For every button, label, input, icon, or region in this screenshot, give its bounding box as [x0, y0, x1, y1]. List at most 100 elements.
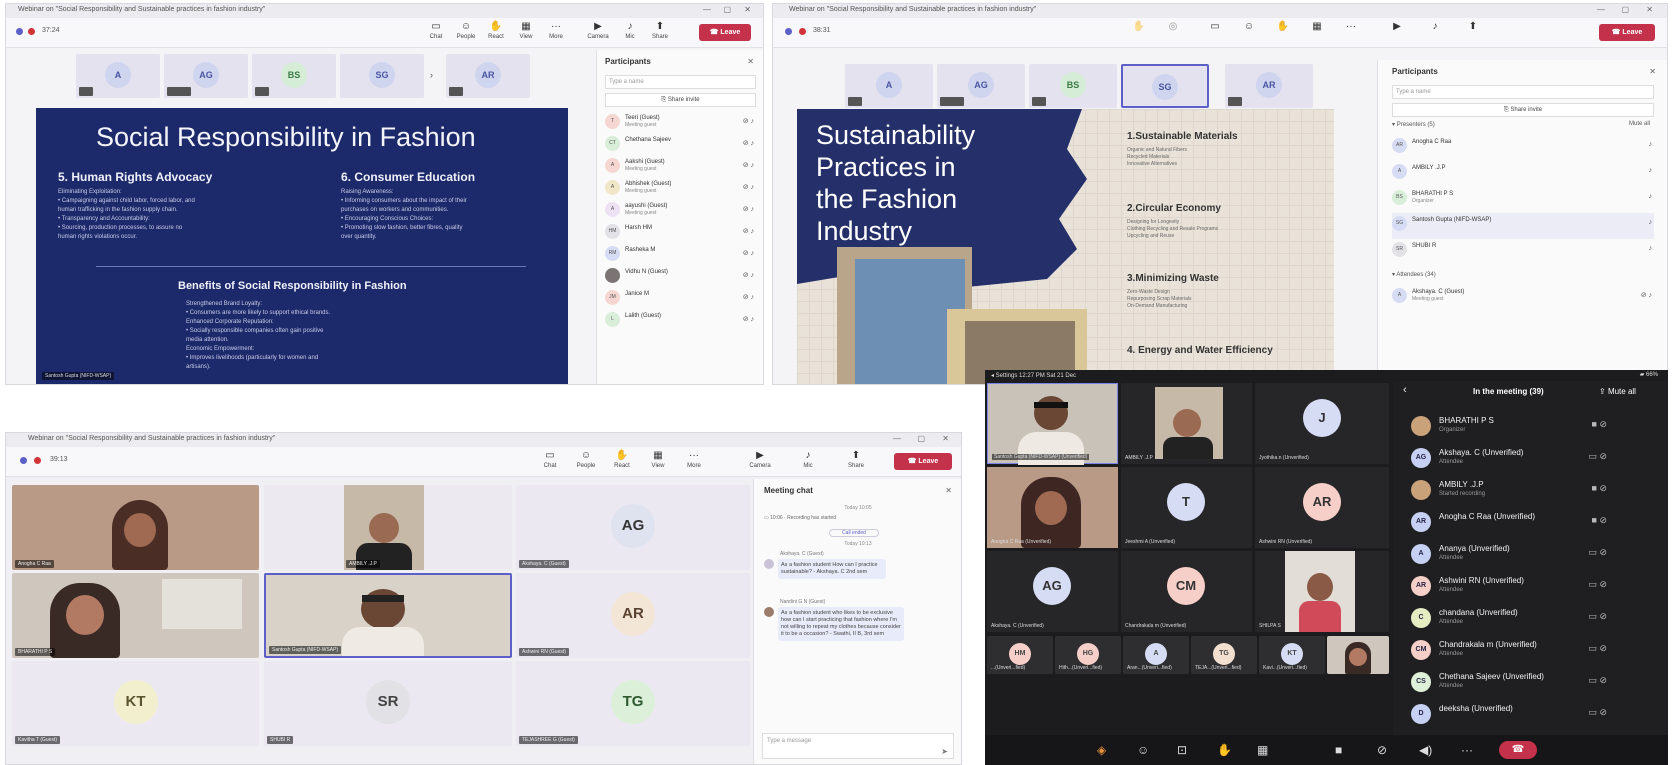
hang-up-button[interactable]: ☎: [1499, 741, 1537, 759]
camera-button[interactable]: ▶ Camera: [746, 449, 774, 475]
share-screen-icon[interactable]: ⊡: [1177, 743, 1187, 757]
list-item[interactable]: JM Janice M ⊘ ♪: [605, 287, 756, 309]
list-item[interactable]: Cchandana (Unverified) Attendee ▭ ⊘: [1399, 602, 1619, 633]
video-tile[interactable]: CM Chandrakala m (Unverified): [1121, 551, 1252, 632]
participant-tile[interactable]: AR: [1225, 64, 1313, 108]
leave-button[interactable]: ☎ Leave: [894, 453, 952, 470]
minimize-icon[interactable]: —: [893, 434, 901, 443]
people-button[interactable]: ☺ People: [572, 449, 600, 475]
mute-all-button[interactable]: ⇪ Mute all: [1599, 387, 1636, 396]
minimize-icon[interactable]: —: [703, 5, 711, 14]
view-icon[interactable]: ▦: [1257, 743, 1268, 757]
camera-button[interactable]: ▶ Camera: [584, 20, 612, 46]
video-tile[interactable]: AG Akshaya. C (Guest): [516, 485, 750, 570]
list-item[interactable]: AG Akshaya. C (Unverified) Attendee ▭ ⊘: [1399, 442, 1619, 473]
chat-button[interactable]: ▭ Chat: [422, 20, 450, 46]
video-tile[interactable]: SHILPA S: [1255, 551, 1389, 632]
close-icon[interactable]: ✕: [1649, 67, 1656, 76]
share-invite-button[interactable]: ⎘ Share invite: [605, 93, 756, 107]
more-button[interactable]: ··· More: [680, 449, 708, 475]
presenters-section[interactable]: ▾ Presenters (5) Mute all: [1392, 121, 1654, 135]
react-button[interactable]: ✋: [1269, 20, 1297, 46]
react-button[interactable]: ✋ React: [482, 20, 510, 46]
share-button[interactable]: ⬆: [1459, 20, 1487, 46]
video-tile[interactable]: Santosh Gupta (NIFD-WSAP) (Unverified): [987, 383, 1118, 465]
chat-message[interactable]: As a fashion student who likes to be exc…: [778, 607, 904, 641]
list-item[interactable]: A Ananya (Unverified) Attendee ▭ ⊘: [1399, 538, 1619, 569]
list-item[interactable]: AR Ashwini RN (Unverified) Attendee ▭ ⊘: [1399, 570, 1619, 601]
list-item[interactable]: CM Chandrakala m (Unverified) Attendee ▭ ⊘: [1399, 634, 1619, 665]
share-invite-button[interactable]: ⎘ Share invite: [1392, 103, 1654, 117]
list-item[interactable]: A Aakshi (Guest) Meeting guest ⊘ ♪: [605, 155, 756, 177]
list-item[interactable]: BHARATHI P S Organizer ■ ⊘: [1399, 410, 1619, 441]
participant-tile[interactable]: BS: [1029, 64, 1117, 108]
people-button[interactable]: ☺ People: [452, 20, 480, 46]
list-item[interactable]: A Abhishek (Guest) Meeting guest ⊘ ♪: [605, 177, 756, 199]
list-item[interactable]: SG Santosh Gupta (NIFD-WSAP) ♪: [1392, 213, 1654, 239]
self-view-tile[interactable]: [1327, 636, 1389, 674]
attendees-section[interactable]: ▾ Attendees (34): [1392, 271, 1654, 285]
list-item[interactable]: AR Anogha C Raa ♪: [1392, 135, 1654, 161]
chat-message[interactable]: As a fashion student How can I practice …: [778, 559, 886, 579]
list-item[interactable]: Ddeeksha (Unverified) ▭ ⊘: [1399, 698, 1619, 729]
list-item[interactable]: AMBILY .J.P Started recording ■ ⊘: [1399, 474, 1619, 505]
speaker-icon[interactable]: ◀): [1419, 743, 1432, 757]
participant-tile[interactable]: AG: [937, 64, 1025, 108]
record-button[interactable]: ◎: [1159, 20, 1187, 46]
participant-tile[interactable]: HG Hith...(Unveri...fied): [1055, 636, 1121, 674]
view-button[interactable]: ▦ View: [644, 449, 672, 475]
list-item[interactable]: L Lalith (Guest) ⊘ ♪: [605, 309, 756, 331]
close-icon[interactable]: ✕: [744, 5, 751, 14]
maximize-icon[interactable]: ▢: [1621, 5, 1629, 14]
video-tile[interactable]: AMBILY .J.P: [264, 485, 512, 570]
search-input[interactable]: Type a name: [1392, 85, 1654, 99]
list-item[interactable]: Aaayushi (Guest) Meeting guest ⊘ ♪: [605, 199, 756, 221]
mic-off-icon[interactable]: ⊘: [1377, 743, 1387, 757]
mic-button[interactable]: ♪ Mic: [616, 20, 644, 46]
participant-tile[interactable]: AR: [446, 54, 530, 98]
message-input[interactable]: Type a message: [762, 733, 954, 759]
mic-button[interactable]: ♪: [1421, 20, 1449, 46]
send-icon[interactable]: ➤: [941, 747, 948, 756]
participant-tile[interactable]: KT Kavi...(Unveri...fied): [1259, 636, 1325, 674]
participant-tile[interactable]: SG: [340, 54, 424, 98]
more-icon[interactable]: ···: [1461, 743, 1473, 757]
video-tile[interactable]: BHARATHI P S: [12, 573, 259, 658]
close-icon[interactable]: ✕: [945, 486, 952, 495]
view-button[interactable]: ▦ View: [512, 20, 540, 46]
chat-button[interactable]: ▭: [1201, 20, 1229, 46]
list-item[interactable]: RM Rasheka M ⊘ ♪: [605, 243, 756, 265]
list-item[interactable]: Vidhu N (Guest) ⊘ ♪: [605, 265, 756, 287]
list-item[interactable]: T Teeri (Guest) Meeting guest ⊘ ♪: [605, 111, 756, 133]
video-tile[interactable]: T Jeeshmi A (Unverified): [1121, 467, 1252, 548]
participant-tile[interactable]: A: [76, 54, 160, 98]
people-button[interactable]: ☺: [1235, 20, 1263, 46]
back-icon[interactable]: ‹: [1403, 384, 1407, 396]
people-icon[interactable]: ☺: [1137, 743, 1149, 757]
video-tile[interactable]: AR Ashwini RN (Guest): [516, 573, 750, 658]
react-button[interactable]: ✋ React: [608, 449, 636, 475]
camera-button[interactable]: ▶: [1383, 20, 1411, 46]
list-item[interactable]: AR Anogha C Raa (Unverified) ■ ⊘: [1399, 506, 1619, 537]
video-tile[interactable]: Anogha C Raa (Unverified): [987, 467, 1118, 548]
share-button[interactable]: ⬆ Share: [842, 449, 870, 475]
search-input[interactable]: Type a name: [605, 75, 756, 89]
video-tile[interactable]: KT Kavitha T (Guest): [12, 661, 259, 746]
maximize-icon[interactable]: ▢: [723, 5, 731, 14]
raise-hand-button[interactable]: ✋: [1125, 20, 1153, 46]
video-tile[interactable]: TG TEJASHREE G (Guest): [516, 661, 750, 746]
participant-tile[interactable]: HM ...(Unveri...fied): [987, 636, 1053, 674]
mute-all-button[interactable]: Mute all: [1629, 121, 1650, 127]
leave-button[interactable]: ☎ Leave: [1599, 24, 1655, 41]
next-arrow-icon[interactable]: ›: [430, 70, 433, 80]
video-tile[interactable]: AR Ashwini RN (Unverified): [1255, 467, 1389, 548]
list-item[interactable]: SR SHUBI R ♪: [1392, 239, 1654, 265]
chat-button[interactable]: ▭ Chat: [536, 449, 564, 475]
close-icon[interactable]: ✕: [1646, 5, 1653, 14]
mic-button[interactable]: ♪ Mic: [794, 449, 822, 475]
list-item[interactable]: HM Harsh HM ⊘ ♪: [605, 221, 756, 243]
participant-tile[interactable]: A: [845, 64, 933, 108]
video-tile[interactable]: SR SHUBI R: [264, 661, 512, 746]
list-item[interactable]: CS Chethana Sajeev (Unverified) Attendee ▭ …: [1399, 666, 1619, 697]
video-tile[interactable]: Anogha C Raa: [12, 485, 259, 570]
